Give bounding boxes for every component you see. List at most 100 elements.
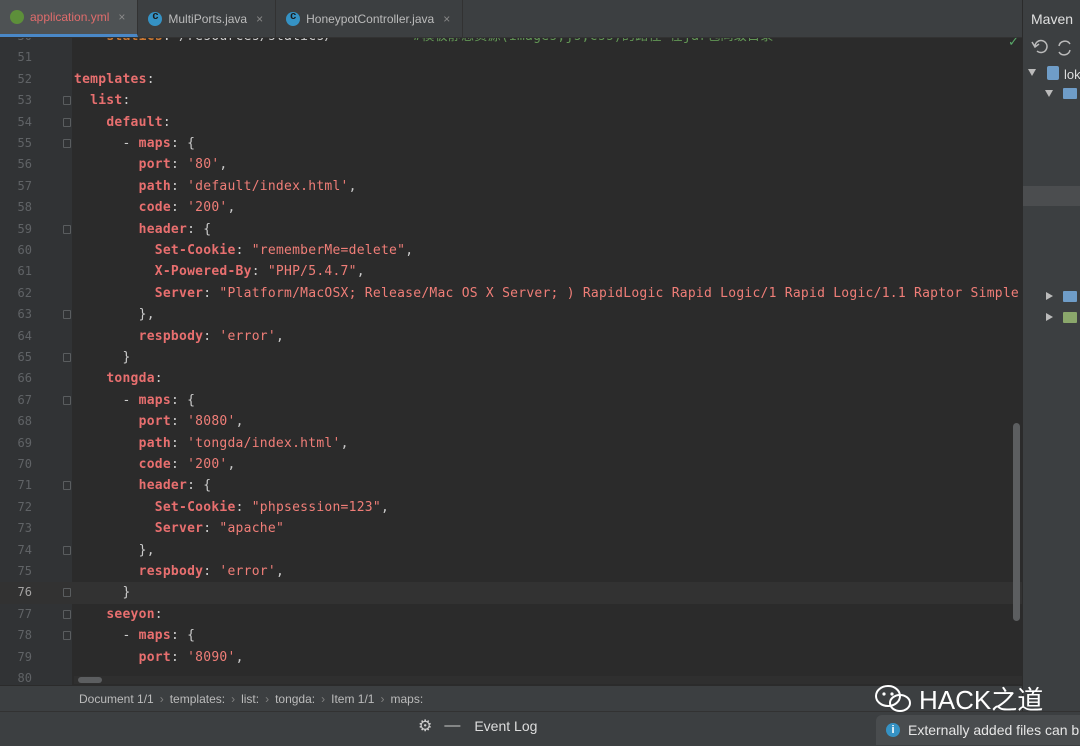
- fold-marker-icon[interactable]: [63, 310, 71, 320]
- code-line[interactable]: 76 }: [0, 582, 1022, 604]
- fold-marker-icon[interactable]: [63, 588, 71, 598]
- code-key: list: [90, 93, 123, 109]
- fold-marker-icon[interactable]: [63, 609, 71, 619]
- code-line[interactable]: 75 respbody: 'error',: [0, 561, 1022, 582]
- chevron-right-icon: ›: [231, 691, 236, 706]
- watermark: HACK之道: [873, 680, 1043, 717]
- code-line[interactable]: 57 path: 'default/index.html',: [0, 176, 1022, 197]
- code-line[interactable]: 50 statics: /resources/statics/ #模板静态资源(…: [0, 38, 1022, 47]
- java-class-icon: [148, 10, 163, 26]
- gear-icon[interactable]: ⚙: [418, 716, 432, 736]
- code-line[interactable]: 68 port: '8080',: [0, 411, 1022, 432]
- fold-marker-icon[interactable]: [63, 224, 71, 234]
- code-line[interactable]: 56 port: '80',: [0, 154, 1022, 175]
- code-line[interactable]: 69 path: 'tongda/index.html',: [0, 433, 1022, 454]
- chevron-down-icon[interactable]: [1028, 69, 1036, 76]
- sync-icon[interactable]: [1058, 40, 1071, 56]
- fold-marker-icon[interactable]: [63, 139, 71, 148]
- code-text: },: [74, 304, 155, 325]
- code-line[interactable]: 62 Server: "Platform/MacOSX; Release/Mac…: [0, 283, 1022, 304]
- close-icon[interactable]: ×: [118, 10, 125, 24]
- code-line[interactable]: 63 },: [0, 304, 1022, 325]
- fold-marker-icon[interactable]: [63, 96, 71, 106]
- fold-marker-icon[interactable]: [63, 545, 71, 555]
- minimize-icon[interactable]: —: [444, 717, 460, 735]
- tab-multiports-java[interactable]: MultiPorts.java ×: [138, 0, 277, 37]
- tab-honeypotcontroller-java[interactable]: HoneypotController.java ×: [276, 0, 464, 37]
- code-line[interactable]: 73 Server: "apache": [0, 518, 1022, 539]
- code-text: X-Powered-By: "PHP/5.4.7",: [74, 261, 365, 282]
- code-punct: [74, 564, 139, 579]
- refresh-icon[interactable]: [1031, 39, 1048, 54]
- code-line[interactable]: 78 - maps: {: [0, 625, 1022, 646]
- horizontal-scroll-thumb[interactable]: [78, 677, 102, 683]
- chevron-right-icon: ›: [380, 691, 385, 706]
- code-line[interactable]: 72 Set-Cookie: "phpsession=123",: [0, 497, 1022, 518]
- breadcrumb-item[interactable]: Item 1/1: [331, 692, 374, 706]
- code-line[interactable]: 74 },: [0, 540, 1022, 561]
- code-punct: : {: [170, 136, 196, 151]
- code-line[interactable]: 70 code: '200',: [0, 454, 1022, 475]
- code-string: "Platform/MacOSX; Release/Mac OS X Serve…: [219, 285, 1019, 301]
- line-number: 70: [17, 457, 32, 471]
- breadcrumb-item[interactable]: tongda:: [275, 692, 315, 706]
- fold-marker-icon[interactable]: [63, 117, 71, 127]
- code-line[interactable]: 61 X-Powered-By: "PHP/5.4.7",: [0, 261, 1022, 282]
- code-line[interactable]: 54 default:: [0, 112, 1022, 133]
- code-text: - maps: {: [74, 133, 195, 154]
- code-text: - maps: {: [74, 390, 195, 411]
- code-key: default: [106, 114, 163, 130]
- chevron-right-icon[interactable]: [1046, 292, 1053, 300]
- breadcrumb-item[interactable]: list:: [241, 692, 259, 706]
- code-line[interactable]: 71 header: {: [0, 475, 1022, 496]
- code-line[interactable]: 52 templates:: [0, 69, 1022, 90]
- code-key: maps: [138, 392, 171, 408]
- code-editor[interactable]: 50 statics: /resources/statics/ #模板静态资源(…: [0, 38, 1022, 685]
- code-line[interactable]: 65 }: [0, 347, 1022, 368]
- code-text: seeyon:: [74, 604, 163, 625]
- fold-marker-icon[interactable]: [63, 353, 71, 362]
- notification-balloon[interactable]: i Externally added files can b: [876, 715, 1080, 745]
- code-line[interactable]: 58 code: '200',: [0, 197, 1022, 218]
- code-string: "phpsession=123": [251, 499, 381, 515]
- event-log-area[interactable]: ⚙ — Event Log: [418, 716, 537, 736]
- wechat-logo-icon: [875, 684, 911, 712]
- code-line[interactable]: 51: [0, 47, 1022, 68]
- close-icon[interactable]: ×: [443, 12, 450, 26]
- code-line[interactable]: 77 seeyon:: [0, 604, 1022, 625]
- code-punct: :: [170, 178, 188, 194]
- code-text: default:: [74, 112, 171, 133]
- code-line[interactable]: 55 - maps: {: [0, 133, 1022, 154]
- code-line[interactable]: 67 - maps: {: [0, 390, 1022, 411]
- breadcrumb-item[interactable]: Document 1/1: [79, 692, 154, 706]
- code-line[interactable]: 66 tongda:: [0, 368, 1022, 389]
- chevron-right-icon[interactable]: [1046, 313, 1053, 321]
- code-line[interactable]: 60 Set-Cookie: "rememberMe=delete",: [0, 240, 1022, 261]
- selected-row: [1023, 186, 1080, 206]
- close-icon[interactable]: ×: [256, 12, 263, 26]
- code-punct: }: [74, 350, 131, 365]
- code-punct: [74, 157, 139, 172]
- code-line[interactable]: 53 list:: [0, 90, 1022, 111]
- tab-application-yml[interactable]: application.yml ×: [0, 0, 139, 37]
- code-line[interactable]: 64 respbody: 'error',: [0, 326, 1022, 347]
- code-line[interactable]: 59 header: {: [0, 219, 1022, 240]
- breadcrumb-item[interactable]: templates:: [170, 692, 225, 706]
- breadcrumb-item[interactable]: maps:: [390, 692, 423, 706]
- line-number: 50: [0, 38, 32, 47]
- vertical-scrollbar[interactable]: [1013, 423, 1020, 621]
- event-log-label[interactable]: Event Log: [474, 718, 537, 734]
- code-punct: [74, 500, 155, 515]
- code-punct: ,: [356, 264, 365, 280]
- code-punct: :: [203, 521, 220, 537]
- fold-marker-icon[interactable]: [63, 481, 71, 491]
- code-punct: : {: [170, 628, 196, 644]
- fold-marker-icon[interactable]: [63, 631, 71, 641]
- line-number: 52: [17, 71, 32, 86]
- code-line[interactable]: 79 port: '8090',: [0, 647, 1022, 668]
- fold-marker-icon[interactable]: [63, 395, 71, 405]
- code-text: templates:: [74, 69, 155, 90]
- line-number: 79: [17, 649, 32, 664]
- chevron-down-icon[interactable]: [1045, 90, 1053, 97]
- code-punct: ,: [219, 157, 228, 173]
